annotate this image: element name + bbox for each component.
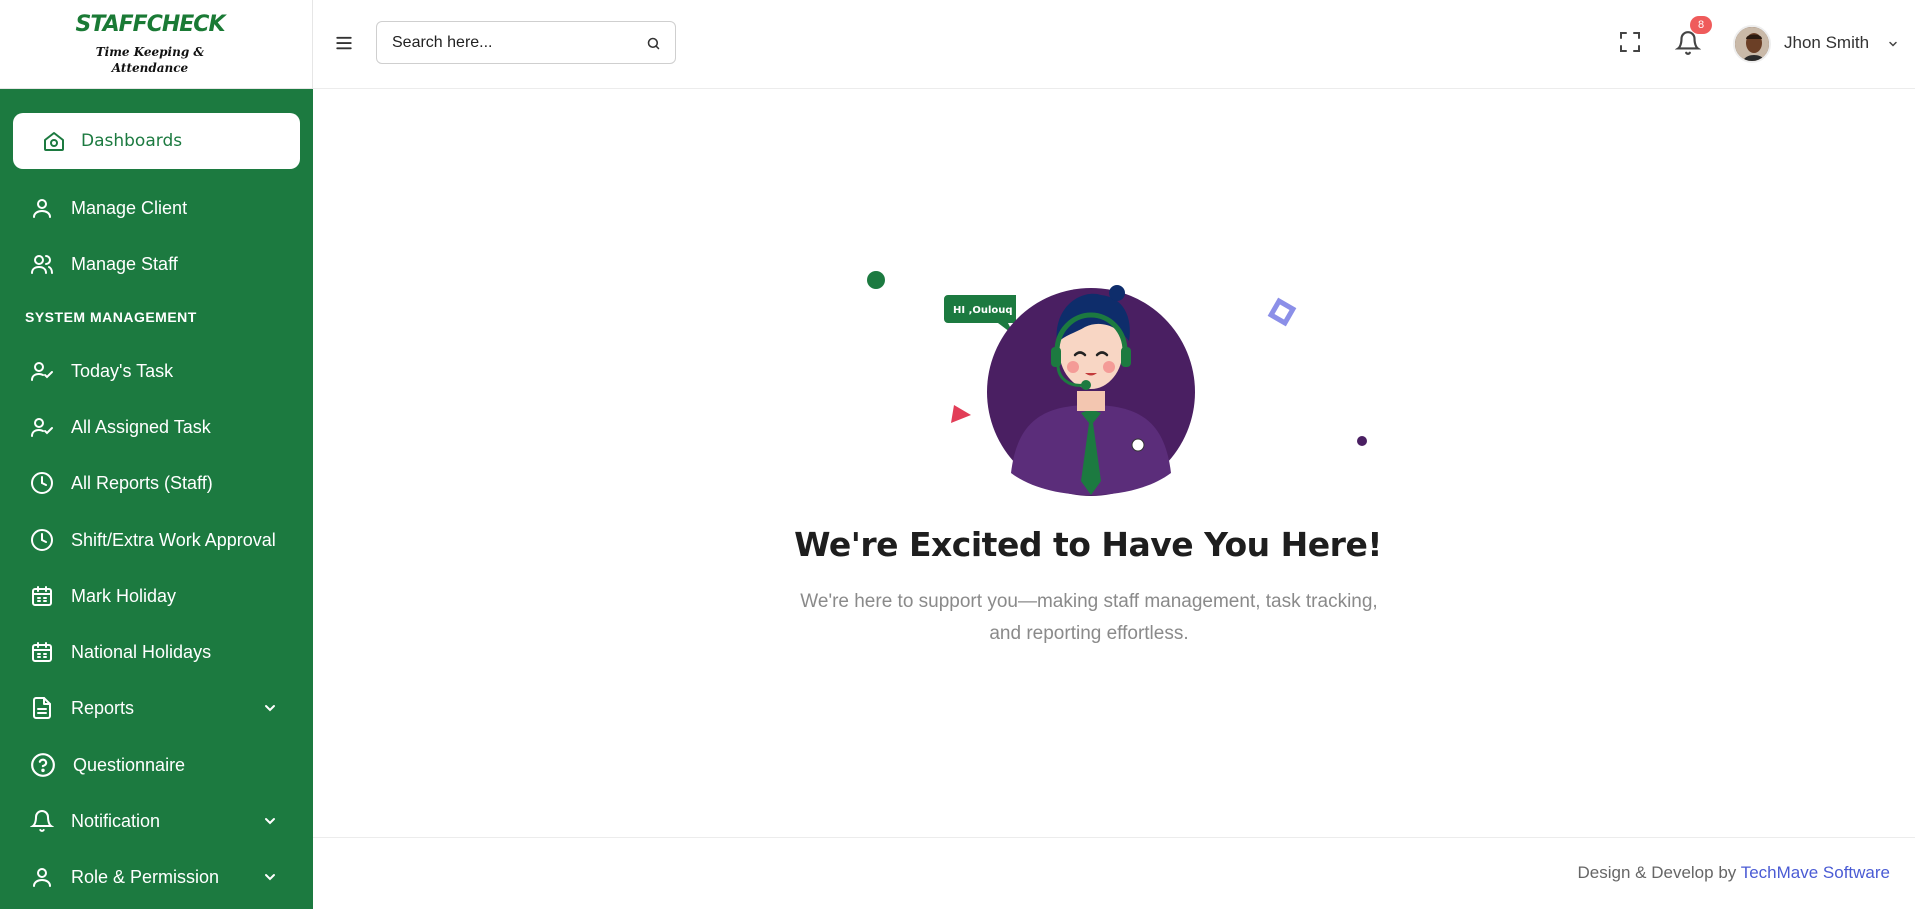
user-icon	[33, 199, 51, 218]
sidebar-item-reports[interactable]: Reports	[0, 688, 313, 728]
welcome-illustration: HI ,Oulouq	[867, 271, 1367, 496]
chevron-down-icon	[265, 874, 275, 881]
chevron-down-icon	[265, 705, 275, 712]
avatar[interactable]	[1733, 25, 1771, 63]
sidebar-item-mark-holiday[interactable]: Mark Holiday	[0, 576, 313, 616]
sidebar-item-label: Questionnaire	[73, 754, 186, 775]
footer-link-techmave[interactable]: TechMave Software	[1741, 863, 1890, 882]
sidebar-item-label: Today's Task	[71, 360, 174, 381]
decor-triangle	[951, 405, 971, 423]
sidebar-item-manage-staff[interactable]: Manage Staff	[0, 244, 313, 284]
brand-name: STAFFCHECK	[75, 12, 225, 37]
sidebar-item-label: Notification	[71, 810, 161, 831]
sidebar-item-role-permission[interactable]: Role & Permission	[0, 857, 313, 897]
fullscreen-icon[interactable]	[1618, 30, 1642, 54]
chevron-down-icon	[265, 818, 275, 825]
sidebar-item-label: All Assigned Task	[71, 416, 211, 437]
sidebar-item-questionnaire[interactable]: Questionnaire	[0, 745, 313, 785]
sidebar-item-label: Shift/Extra Work Approval	[71, 529, 276, 550]
sidebar-item-label: Dashboards	[81, 131, 183, 151]
sidebar-item-label: Manage Client	[71, 197, 188, 218]
welcome-subline: We're here to support you—making staff m…	[800, 591, 1378, 644]
footer: Design & Develop by TechMave Software	[313, 837, 1915, 909]
sidebar-item-national-holidays[interactable]: National Holidays	[0, 632, 313, 672]
sidebar-item-all-reports-staff[interactable]: All Reports (Staff)	[0, 463, 313, 503]
document-icon	[33, 697, 51, 719]
sidebar-item-manage-client[interactable]: Manage Client	[0, 188, 313, 228]
sidebar-item-label: Mark Holiday	[71, 585, 177, 606]
sidebar-item-shift-extra-work-approval[interactable]: Shift/Extra Work Approval	[0, 520, 313, 560]
clock-icon	[31, 529, 53, 551]
search-icon[interactable]	[646, 36, 661, 51]
sidebar-item-label: Manage Staff	[71, 253, 178, 274]
decor-diamond	[1267, 297, 1297, 327]
avatar-image	[1735, 27, 1769, 61]
decor-dot	[867, 271, 885, 289]
help-circle-icon	[31, 753, 55, 777]
user-name[interactable]: Jhon Smith	[1784, 33, 1869, 53]
menu-icon[interactable]	[335, 34, 353, 52]
sidebar-item-all-assigned-task[interactable]: All Assigned Task	[0, 407, 313, 447]
sidebar-item-dashboards[interactable]: Dashboards	[13, 113, 300, 169]
bell-icon	[30, 810, 54, 832]
sidebar-item-notification[interactable]: Notification	[0, 801, 313, 841]
calendar-icon	[32, 586, 52, 606]
search-input[interactable]	[377, 22, 617, 63]
calendar-icon	[32, 642, 52, 662]
sidebar-item-label: Reports	[71, 697, 135, 718]
footer-credit: Design & Develop by TechMave Software	[1578, 863, 1890, 883]
user-check-icon	[31, 418, 53, 437]
sidebar-item-label: National Holidays	[71, 641, 212, 662]
home-icon	[44, 132, 64, 151]
decor-dot	[1357, 436, 1367, 446]
user-check-icon	[31, 362, 53, 381]
brand-logo[interactable]: STAFFCHECK Time Keeping & Attendance	[0, 0, 313, 89]
chevron-down-icon[interactable]	[1887, 38, 1899, 50]
topbar: 8 Jhon Smith	[313, 0, 1915, 89]
speech-bubble-text: HI ,Oulouq	[953, 305, 1013, 316]
sidebar-item-label: All Reports (Staff)	[71, 472, 213, 493]
sidebar-item-label: Role & Permission	[71, 866, 220, 887]
section-title-system-management: SYSTEM MANAGEMENT	[25, 309, 197, 325]
user-icon	[33, 868, 51, 887]
footer-text: Design & Develop by	[1577, 863, 1737, 882]
sidebar-item-todays-task[interactable]: Today's Task	[0, 351, 313, 391]
notification-badge: 8	[1690, 16, 1712, 34]
users-icon	[31, 255, 53, 274]
clock-icon	[31, 472, 53, 494]
brand-tagline: Time Keeping & Attendance	[95, 45, 205, 75]
welcome-headline: We're Excited to Have You Here!	[794, 525, 1382, 564]
sidebar: STAFFCHECK Time Keeping & Attendance Das…	[0, 0, 313, 909]
search-box	[376, 21, 676, 64]
main-content: HI ,Oulouq We're Excited to Have You Her…	[313, 89, 1915, 837]
